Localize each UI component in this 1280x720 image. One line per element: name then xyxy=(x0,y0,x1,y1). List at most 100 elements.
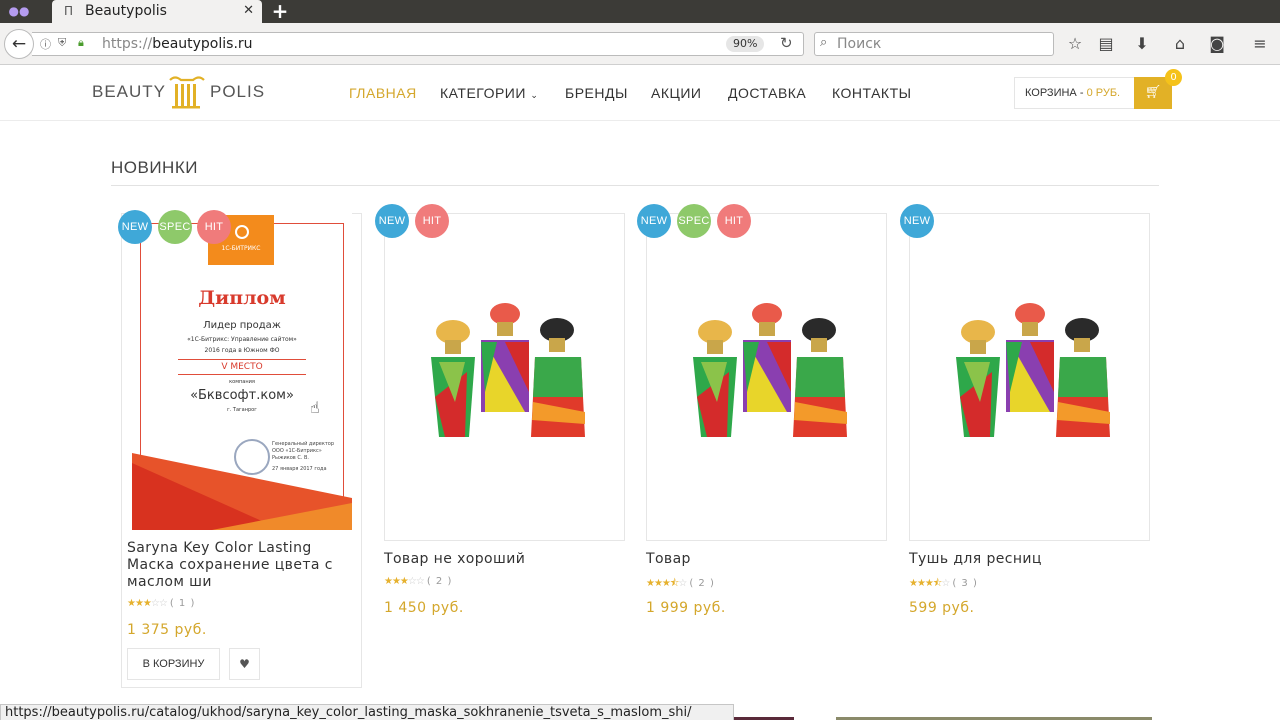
chevron-down-icon: ⌄ xyxy=(530,90,539,100)
section-title: НОВИНКИ xyxy=(111,158,198,177)
section-divider xyxy=(111,185,1159,186)
star-empty-icon: ☆☆ xyxy=(150,598,168,609)
cart-label: КОРЗИНА - xyxy=(1025,87,1084,99)
mask-icon[interactable]: ●● xyxy=(6,2,32,20)
star-icon: ★★★ xyxy=(127,598,152,609)
nav-categories[interactable]: КАТЕГОРИИ ⌄ xyxy=(440,85,538,101)
badge-spec: SPEC xyxy=(158,210,192,244)
rating-stars: ★★★⯪☆( 2 ) xyxy=(646,576,715,593)
badge-spec: SPEC xyxy=(677,204,711,238)
product-price: 1 450 руб. xyxy=(384,600,464,616)
product-image[interactable] xyxy=(646,213,887,541)
bookmark-star-icon[interactable]: ☆ xyxy=(1064,33,1086,55)
nav-contacts[interactable]: КОНТАКТЫ xyxy=(832,85,912,101)
perfume-bottles-image xyxy=(405,302,605,466)
search-placeholder: Поиск xyxy=(837,36,882,52)
badge-new: NEW xyxy=(118,210,152,244)
zoom-badge[interactable]: 90% xyxy=(726,36,765,52)
diploma-rule xyxy=(178,374,306,375)
reading-list-icon[interactable]: ▤ xyxy=(1095,33,1117,55)
diploma-sign1: Генеральный директор xyxy=(272,441,335,447)
product-name[interactable]: Saryna Key Color Lasting Маска сохранени… xyxy=(127,540,352,591)
cart-count-badge: 0 xyxy=(1165,69,1182,86)
nav-brands[interactable]: БРЕНДЫ xyxy=(565,85,628,101)
diploma-line1: Лидер продаж xyxy=(203,320,281,331)
review-count: ( 2 ) xyxy=(426,576,453,587)
shield-icon[interactable]: ⛨ xyxy=(58,36,66,50)
diploma-title: Диплом xyxy=(198,287,286,309)
search-icon: ⌕ xyxy=(820,35,828,50)
new-tab-icon[interactable]: + xyxy=(270,0,290,23)
menu-icon[interactable]: ≡ xyxy=(1249,33,1271,55)
badge-hit: HIT xyxy=(197,210,231,244)
search-input[interactable]: ⌕ Поиск xyxy=(814,32,1054,56)
product-name[interactable]: Тушь для ресниц xyxy=(909,551,1149,568)
lock-icon[interactable]: 🔒︎ xyxy=(78,36,84,50)
column-logo-icon[interactable] xyxy=(167,74,207,110)
diploma-place: V МЕСТО xyxy=(221,362,263,372)
back-button[interactable]: ← xyxy=(4,29,34,59)
product-image[interactable] xyxy=(384,213,625,541)
badge-hit: HIT xyxy=(415,204,449,238)
pocket-icon[interactable]: ◙ xyxy=(1206,33,1228,55)
diploma-line4: компания xyxy=(229,379,255,385)
browser-nav-bar: ⓘ ⛨ 🔒︎ https://beautypolis.ru 90% ↻ ← ⌕ … xyxy=(0,23,1280,65)
diploma-brand: 1С-БИТРИКС xyxy=(221,245,261,252)
product-price: 599 руб. xyxy=(909,600,975,616)
perfume-bottles-image xyxy=(667,302,867,466)
cart-price: 0 РУБ. xyxy=(1086,87,1121,99)
logo-text-left[interactable]: BEAUTY xyxy=(92,82,166,102)
close-icon[interactable]: ✕ xyxy=(243,3,254,18)
badge-new: NEW xyxy=(637,204,671,238)
diploma-image: 1С-БИТРИКС Диплом Лидер продаж «1С-Битри… xyxy=(132,213,352,530)
nav-home[interactable]: ГЛАВНАЯ xyxy=(349,85,417,101)
hand-cursor-icon: ☝ xyxy=(310,398,320,417)
rating-stars: ★★★☆☆( 2 ) xyxy=(384,576,452,587)
status-url: https://beautypolis.ru/catalog/ukhod/sar… xyxy=(0,704,734,720)
address-bar[interactable]: ⓘ ⛨ 🔒︎ https://beautypolis.ru 90% ↻ xyxy=(32,32,804,56)
diploma-rule xyxy=(178,359,306,360)
star-empty-icon: ☆☆ xyxy=(407,576,425,587)
nav-sales[interactable]: АКЦИИ xyxy=(651,85,701,101)
rating-stars: ★★★☆☆( 1 ) xyxy=(127,598,195,609)
star-empty-icon: ☆ xyxy=(678,578,687,589)
nav-categories-label: КАТЕГОРИИ xyxy=(440,85,526,101)
site-header: BEAUTY POLIS ГЛАВНАЯ КАТЕГОРИИ ⌄ БРЕНДЫ … xyxy=(0,65,1280,121)
product-image[interactable] xyxy=(909,213,1150,541)
review-count: ( 2 ) xyxy=(689,578,715,589)
cart-summary[interactable]: КОРЗИНА - 0 РУБ. xyxy=(1014,77,1136,109)
bitrix-logo-icon xyxy=(235,225,249,239)
favorite-button[interactable]: ♥ xyxy=(229,648,260,680)
url-host: beautypolis.ru xyxy=(152,36,253,52)
info-icon[interactable]: ⓘ xyxy=(40,36,51,52)
add-to-cart-button[interactable]: В КОРЗИНУ xyxy=(127,648,220,680)
product-image[interactable]: 1С-БИТРИКС Диплом Лидер продаж «1С-Битри… xyxy=(132,213,352,530)
tab-title: Beautypolis xyxy=(85,3,167,19)
browser-tab[interactable]: Π Beautypolis ✕ xyxy=(52,0,262,23)
product-name[interactable]: Товар xyxy=(646,551,886,568)
diploma-line2: «1С-Битрикс: Управление сайтом» xyxy=(187,336,297,343)
product-price: 1 999 руб. xyxy=(646,600,726,616)
browser-tab-bar: ●● Π Beautypolis ✕ + xyxy=(0,0,1280,23)
download-icon[interactable]: ⬇ xyxy=(1131,33,1153,55)
badge-hit: HIT xyxy=(717,204,751,238)
star-icon: ★★★⯪ xyxy=(909,578,942,589)
product-name[interactable]: Товар не хороший xyxy=(384,551,624,568)
url-scheme: https:// xyxy=(102,36,153,52)
review-count: ( 1 ) xyxy=(169,598,196,609)
pillar-icon: Π xyxy=(64,4,74,18)
home-icon[interactable]: ⌂ xyxy=(1169,33,1191,55)
star-icon: ★★★⯪ xyxy=(646,578,679,589)
url-text[interactable]: https://beautypolis.ru xyxy=(102,36,253,52)
badge-new: NEW xyxy=(375,204,409,238)
reload-icon[interactable]: ↻ xyxy=(780,34,793,52)
badge-new: NEW xyxy=(900,204,934,238)
nav-delivery[interactable]: ДОСТАВКА xyxy=(728,85,806,101)
perfume-bottles-image xyxy=(930,302,1130,466)
review-count: ( 3 ) xyxy=(952,578,978,589)
diploma-line3: 2016 года в Южном ФО xyxy=(204,347,280,354)
star-empty-icon: ☆ xyxy=(941,578,950,589)
logo-text-right[interactable]: POLIS xyxy=(210,82,265,102)
heart-icon: ♥ xyxy=(239,657,250,671)
product-price: 1 375 руб. xyxy=(127,622,207,638)
